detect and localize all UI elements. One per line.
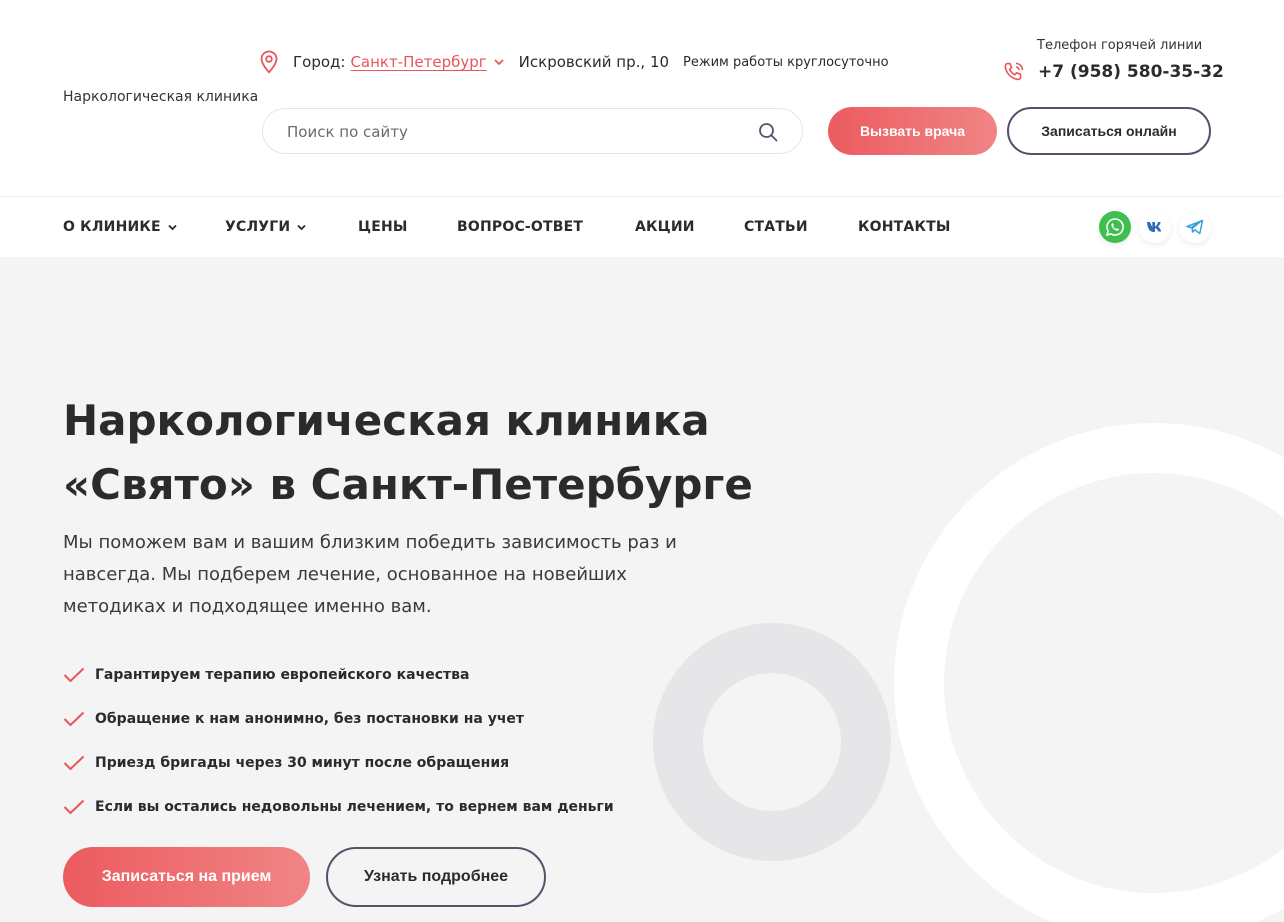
hotline-caption: Телефон горячей линии [1037, 38, 1203, 53]
hero-subtitle: Мы поможем вам и вашим близким победить … [63, 532, 677, 617]
feature-item: Приезд бригады через 30 минут после обра… [63, 741, 614, 785]
site-header: Наркологическая клиника Город: Санкт-Пет… [0, 0, 1284, 196]
telegram-icon [1186, 219, 1204, 235]
feature-item: Обращение к нам анонимно, без постановки… [63, 697, 614, 741]
book-appointment-button[interactable]: Записаться на прием [63, 847, 310, 907]
telegram-button[interactable] [1179, 211, 1211, 243]
feature-text: Гарантируем терапию европейского качеств… [95, 667, 470, 683]
feature-item: Гарантируем терапию европейского качеств… [63, 653, 614, 697]
clinic-address: Искровский пр., 10 [518, 53, 670, 71]
vk-icon [1147, 222, 1162, 232]
main-nav: О КЛИНИКЕ УСЛУГИ ЦЕНЫ ВОПРОС-ОТВЕТ АКЦИИ… [0, 196, 1284, 257]
nav-item-faq[interactable]: ВОПРОС-ОТВЕТ [457, 219, 583, 235]
search-box [262, 108, 803, 154]
vk-button[interactable] [1139, 211, 1171, 243]
city-label: Город: [293, 53, 346, 71]
nav-item-services[interactable]: УСЛУГИ [225, 219, 307, 235]
whatsapp-icon [1105, 218, 1124, 237]
feature-text: Приезд бригады через 30 минут после обра… [95, 755, 510, 771]
feature-item: Если вы остались недовольны лечением, то… [63, 785, 614, 829]
nav-item-label: УСЛУГИ [225, 219, 291, 235]
decorative-ring [894, 423, 1284, 922]
nav-item-contacts[interactable]: КОНТАКТЫ [858, 219, 951, 235]
feature-text: Обращение к нам анонимно, без постановки… [95, 711, 525, 727]
chevron-down-icon [297, 224, 306, 230]
hero-title-line: Наркологическая клиника [63, 396, 710, 445]
hero-title: Наркологическая клиника «Свято» в Санкт-… [63, 389, 783, 517]
phone-icon [1004, 62, 1024, 81]
learn-more-button[interactable]: Узнать подробнее [326, 847, 546, 907]
hotline-phone[interactable]: +7 (958) 580-35-32 [1038, 62, 1224, 82]
nav-item-about[interactable]: О КЛИНИКЕ [63, 219, 178, 235]
logo-text[interactable]: Наркологическая клиника [63, 89, 258, 105]
whatsapp-button[interactable] [1099, 211, 1131, 243]
working-hours: Режим работы круглосуточно [683, 54, 889, 70]
search-icon[interactable] [758, 122, 778, 142]
feature-list: Гарантируем терапию европейского качеств… [63, 653, 614, 829]
call-doctor-button[interactable]: Вызвать врача [828, 107, 997, 155]
checkmark-icon [63, 667, 85, 683]
search-input[interactable] [287, 121, 747, 143]
nav-item-articles[interactable]: СТАТЬИ [744, 219, 808, 235]
checkmark-icon [63, 711, 85, 727]
feature-text: Если вы остались недовольны лечением, то… [95, 799, 614, 815]
chevron-down-icon[interactable] [493, 56, 505, 68]
nav-item-label: О КЛИНИКЕ [63, 219, 161, 235]
nav-item-promotions[interactable]: АКЦИИ [635, 219, 695, 235]
location-pin-icon [260, 50, 278, 74]
city-selector[interactable]: Санкт-Петербург [350, 53, 486, 71]
header-info-line: Город: Санкт-Петербург Искровский пр., 1… [258, 50, 889, 74]
hero-title-line: «Свято» в Санкт-Петербурге [63, 460, 753, 509]
decorative-ring [653, 623, 891, 861]
book-online-button[interactable]: Записаться онлайн [1007, 107, 1211, 155]
hero-section: Наркологическая клиника «Свято» в Санкт-… [0, 257, 1284, 922]
chevron-down-icon [168, 224, 177, 230]
checkmark-icon [63, 799, 85, 815]
checkmark-icon [63, 755, 85, 771]
nav-item-prices[interactable]: ЦЕНЫ [358, 219, 408, 235]
